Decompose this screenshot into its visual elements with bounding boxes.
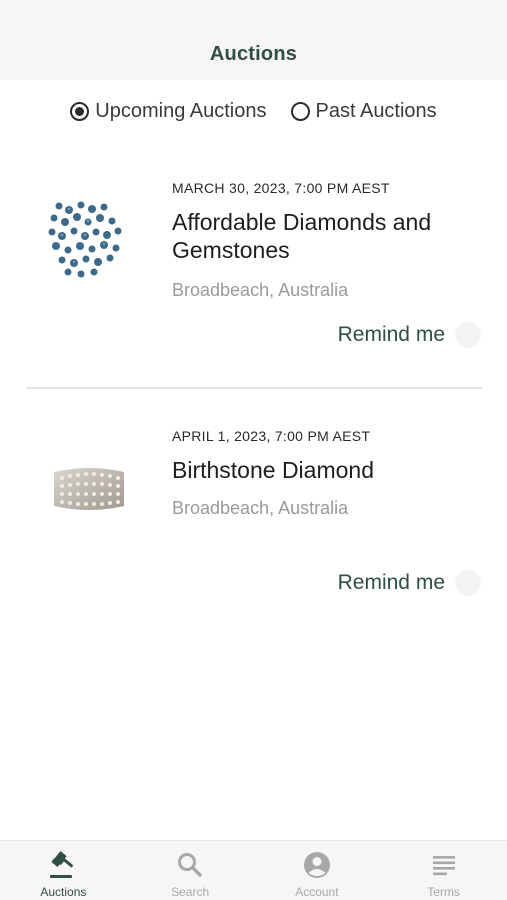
tab-search[interactable]: Search xyxy=(127,841,254,900)
auction-filter: Upcoming Auctions Past Auctions xyxy=(0,96,507,126)
terms-icon xyxy=(429,850,459,880)
auction-date: APRIL 1, 2023, 7:00 PM AEST xyxy=(172,428,371,444)
account-icon xyxy=(302,850,332,880)
reminder-toggle-icon[interactable] xyxy=(455,322,481,348)
tab-auctions[interactable]: Auctions xyxy=(0,841,127,900)
filter-upcoming-auctions[interactable]: Upcoming Auctions xyxy=(70,99,267,123)
auction-title[interactable]: Affordable Diamonds and Gemstones xyxy=(172,208,472,264)
auction-location: Broadbeach, Australia xyxy=(172,498,349,518)
remind-me-label: Remind me xyxy=(337,571,445,594)
remind-me-label: Remind me xyxy=(337,323,445,346)
auction-title[interactable]: Birthstone Diamond xyxy=(172,456,472,484)
gavel-icon xyxy=(48,850,78,880)
filter-past-auctions[interactable]: Past Auctions xyxy=(290,99,437,123)
card-divider xyxy=(26,387,482,389)
filter-past-label: Past Auctions xyxy=(315,99,437,122)
tab-account-label: Account xyxy=(295,885,339,899)
reminder-toggle-icon[interactable] xyxy=(455,570,481,596)
remind-me-button[interactable]: Remind me xyxy=(338,322,481,348)
remind-me-button[interactable]: Remind me xyxy=(338,570,481,596)
bottom-tab-bar: Auctions Search Account Terms xyxy=(0,840,507,900)
auction-date: MARCH 30, 2023, 7:00 PM AEST xyxy=(172,180,390,196)
tab-terms[interactable]: Terms xyxy=(380,841,507,900)
diamond-ring-icon xyxy=(54,468,124,510)
auction-card[interactable]: APRIL 1, 2023, 7:00 PM AEST Birthstone D… xyxy=(0,406,507,616)
tab-account[interactable]: Account xyxy=(254,841,381,900)
radio-unselected-icon[interactable] xyxy=(290,101,310,121)
tab-auctions-label: Auctions xyxy=(40,885,87,899)
auction-location: Broadbeach, Australia xyxy=(172,280,349,300)
filter-upcoming-label: Upcoming Auctions xyxy=(95,99,267,122)
auction-card[interactable]: MARCH 30, 2023, 7:00 PM AEST Affordable … xyxy=(0,160,507,388)
search-icon xyxy=(175,850,205,880)
radio-selected-icon[interactable] xyxy=(70,101,90,121)
app-header: Auctions xyxy=(0,28,507,80)
blue-gemstones-icon xyxy=(48,201,122,278)
page-title: Auctions xyxy=(209,42,298,65)
tab-terms-label: Terms xyxy=(427,885,460,899)
tab-search-label: Search xyxy=(171,885,210,899)
status-bar xyxy=(0,0,507,28)
